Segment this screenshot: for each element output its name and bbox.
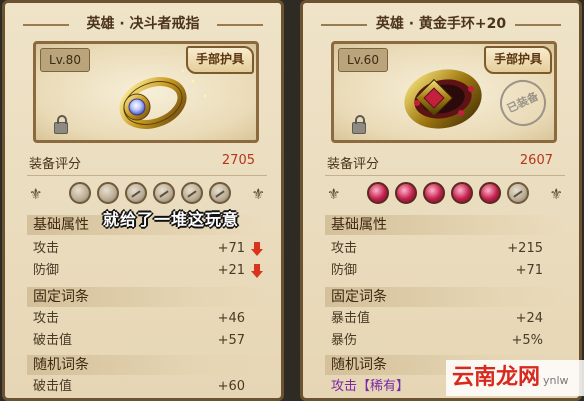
stat-name: 暴击值 [331, 311, 371, 326]
stat-value: +71 [217, 241, 245, 256]
stat-name: 防御 [331, 263, 358, 278]
lock-icon[interactable] [54, 115, 68, 134]
down-arrow-icon [251, 264, 263, 278]
stat-name: 防御 [33, 263, 60, 278]
equipment-score-row: 装备评分 2607 [327, 153, 563, 172]
stat-row: 破击值 +60 [33, 377, 265, 397]
fleur-ornament-icon: ⚜ [327, 185, 341, 203]
stat-value: +24 [515, 311, 543, 326]
divider [325, 175, 565, 176]
section-fixed-header: 固定词条 [325, 287, 565, 307]
divider [27, 175, 267, 176]
gem-socket-row: ⚜ ⚜ [327, 179, 563, 209]
ruby-gem-icon[interactable] [479, 182, 501, 204]
section-basic-header: 基础属性 [325, 215, 565, 235]
stat-row: 防御 +71 [331, 261, 563, 281]
item-portrait-frame[interactable]: Lv.80 手部护具 [33, 41, 259, 143]
stat-row: 破击值 +57 [33, 331, 265, 351]
item-card-right: 英雄 · 黄金手环+20 Lv.60 手部护具 已装备 装备评分 2607 ⚜ … [300, 0, 582, 401]
socket-locked-icon[interactable] [153, 182, 175, 204]
title-ornament [217, 24, 263, 26]
site-watermark: 云南龙网 ynlw [446, 360, 584, 396]
fleur-ornament-icon: ⚜ [549, 185, 563, 203]
stat-row: 攻击 +71 [33, 239, 265, 259]
stat-name: 破击值 [33, 333, 73, 348]
stat-value: +71 [515, 263, 543, 278]
watermark-text: 云南龙网 [452, 365, 541, 390]
ruby-gem-icon[interactable] [395, 182, 417, 204]
stat-name-rare: 攻击【稀有】 [331, 379, 410, 394]
stat-row: 攻击 +215 [331, 239, 563, 259]
socket-locked-icon[interactable] [125, 182, 147, 204]
socket-locked-icon[interactable] [209, 182, 231, 204]
stat-row: 暴击值 +24 [331, 309, 563, 329]
stat-value: +215 [507, 241, 543, 256]
stat-name: 攻击 [331, 241, 358, 256]
socket-empty-icon[interactable] [97, 182, 119, 204]
stat-row: 防御 +21 [33, 261, 265, 281]
section-fixed-header: 固定词条 [27, 287, 267, 307]
score-label: 装备评分 [327, 157, 380, 172]
stat-name: 攻击 [33, 311, 60, 326]
item-card-left: 英雄 · 决斗者戒指 Lv.80 手部护具 装备评分 2705 ⚜ ⚜ 基础属性… [2, 0, 284, 401]
socket-locked-icon[interactable] [181, 182, 203, 204]
stat-value: +57 [217, 333, 245, 348]
score-label: 装备评分 [29, 157, 82, 172]
stat-value: +21 [217, 263, 245, 278]
lock-icon[interactable] [352, 115, 366, 134]
socket-locked-icon[interactable] [507, 182, 529, 204]
stat-row: 攻击 +46 [33, 309, 265, 329]
fleur-ornament-icon: ⚜ [251, 185, 265, 203]
gem-socket-row: ⚜ ⚜ [29, 179, 265, 209]
stat-name: 攻击 [33, 241, 60, 256]
socket-empty-icon[interactable] [69, 182, 91, 204]
ruby-gem-icon[interactable] [451, 182, 473, 204]
section-random-header: 随机词条 [27, 355, 267, 375]
watermark-sub: ynlw [543, 374, 569, 387]
fleur-ornament-icon: ⚜ [29, 185, 43, 203]
stat-name: 破击值 [33, 379, 73, 394]
equipment-score-row: 装备评分 2705 [29, 153, 265, 172]
ruby-gem-icon[interactable] [423, 182, 445, 204]
overlay-caption: 就给了一堆这玩意 [103, 210, 240, 229]
title-ornament [515, 24, 561, 26]
stat-row: 暴伤 +5% [331, 331, 563, 351]
stat-value: +5% [511, 333, 543, 348]
ruby-gem-icon[interactable] [367, 182, 389, 204]
down-arrow-icon [251, 242, 263, 256]
score-value: 2607 [519, 153, 553, 168]
item-portrait-frame[interactable]: Lv.60 手部护具 已装备 [331, 41, 557, 143]
score-value: 2705 [221, 153, 255, 168]
stat-value: +60 [217, 379, 245, 394]
stat-name: 暴伤 [331, 333, 358, 348]
stat-value: +46 [217, 311, 245, 326]
